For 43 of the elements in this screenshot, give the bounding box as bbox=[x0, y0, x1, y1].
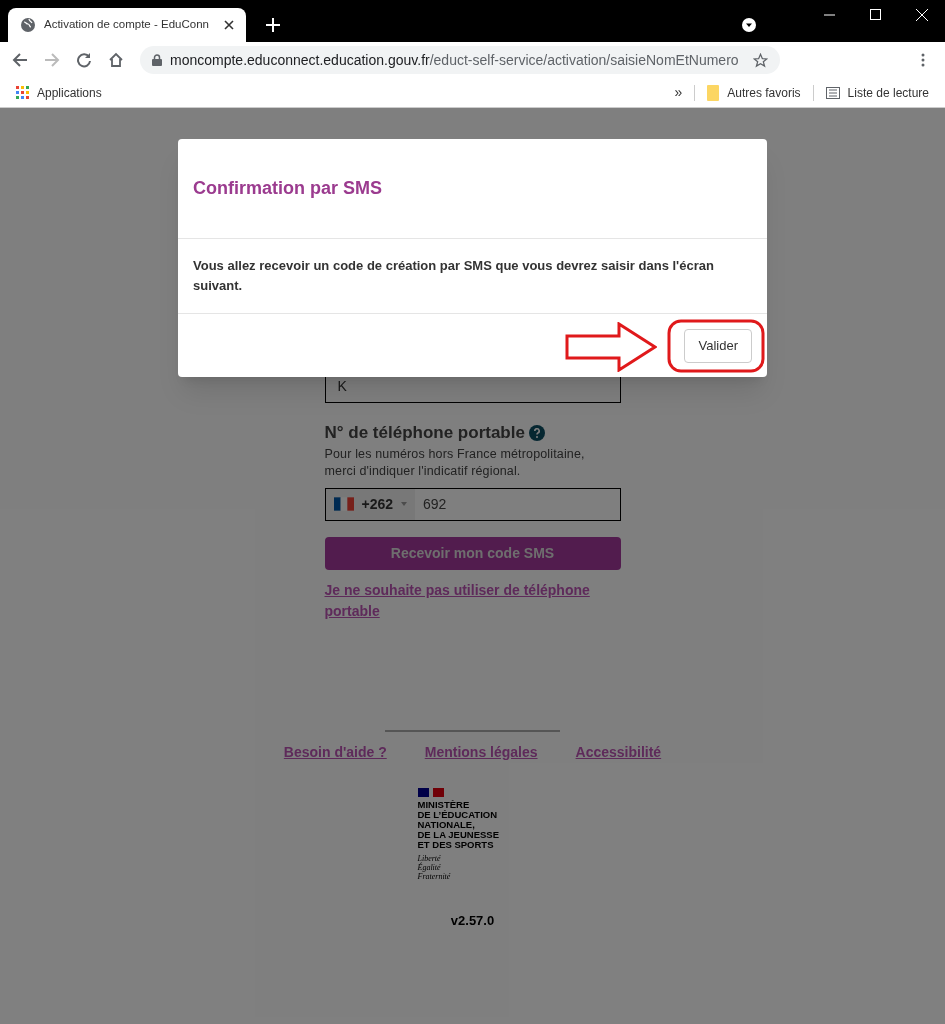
no-phone-link[interactable]: Je ne souhaite pas utiliser de téléphone portable bbox=[324, 579, 621, 622]
close-icon[interactable] bbox=[224, 20, 234, 30]
lock-icon bbox=[152, 54, 162, 66]
globe-icon bbox=[20, 17, 36, 33]
bookmark[interactable]: Applications bbox=[16, 83, 102, 102]
url-text: moncompte.educonnect.education.gouv.fr/educt-self-service/activation/saisieNomEtNumero bbox=[170, 50, 740, 70]
menu-icon[interactable] bbox=[921, 53, 925, 67]
footer-link[interactable]: Mentions légales bbox=[424, 741, 538, 763]
footer-link[interactable]: Accessibilité bbox=[575, 741, 662, 763]
folder-icon bbox=[707, 84, 720, 101]
address-bar[interactable]: moncompte.educonnect.education.gouv.fr/educt-self-service/activation/saisieNomEtNumero bbox=[140, 46, 780, 74]
flag-icon bbox=[333, 497, 354, 511]
dialog-message: Vous allez recevoir un code de création par SMS que vous devrez saisir dans l'écran suivant. bbox=[193, 257, 715, 295]
reading-list[interactable]: Liste de lecture bbox=[825, 83, 929, 102]
bookmark-folder[interactable]: Autres favoris bbox=[707, 83, 801, 102]
list-icon bbox=[825, 86, 840, 99]
browser-tab[interactable]: Activation de compte - EduConn bbox=[8, 8, 246, 42]
footer-link[interactable]: Besoin d'aide ? bbox=[283, 741, 387, 763]
caret-icon bbox=[401, 502, 408, 506]
ministry-name: MINISTÈRE DE L’ÉDUCATION NATIONALE, DE LA JEUNESSE ET DES SPORTS bbox=[417, 799, 500, 850]
bookmarks-overflow[interactable]: » bbox=[674, 82, 683, 103]
version-text: v2.57.0 bbox=[450, 911, 495, 930]
phone-field[interactable]: +262 692 bbox=[324, 487, 621, 521]
motto: Liberté Égalité Fraternité bbox=[417, 853, 452, 881]
home-icon[interactable] bbox=[108, 52, 124, 68]
phone-value: 692 bbox=[423, 494, 447, 514]
star-icon[interactable] bbox=[753, 52, 768, 68]
dialog-title: Confirmation par SMS bbox=[193, 177, 382, 200]
help-icon[interactable] bbox=[528, 424, 545, 441]
tab-title: Activation de compte - EduConn bbox=[44, 17, 210, 33]
country-selector[interactable]: +262 bbox=[325, 488, 416, 520]
maximize-icon[interactable] bbox=[870, 9, 881, 20]
reload-icon[interactable] bbox=[76, 52, 92, 68]
flag-logo-icon bbox=[417, 787, 444, 797]
help-text: Pour les numéros hors France métropolitaine, merci d'indiquer l'indicatif régional. bbox=[324, 445, 586, 480]
field-label: N° de téléphone portable bbox=[324, 422, 525, 444]
new-tab-icon[interactable] bbox=[266, 18, 280, 32]
profile-dropdown-icon[interactable] bbox=[742, 18, 756, 32]
dial-code: +262 bbox=[361, 494, 394, 514]
back-icon[interactable] bbox=[12, 52, 28, 68]
submit-button[interactable]: Recevoir mon code SMS bbox=[324, 536, 621, 570]
apps-grid-icon bbox=[16, 86, 29, 99]
confirm-button[interactable]: Valider bbox=[684, 328, 752, 363]
